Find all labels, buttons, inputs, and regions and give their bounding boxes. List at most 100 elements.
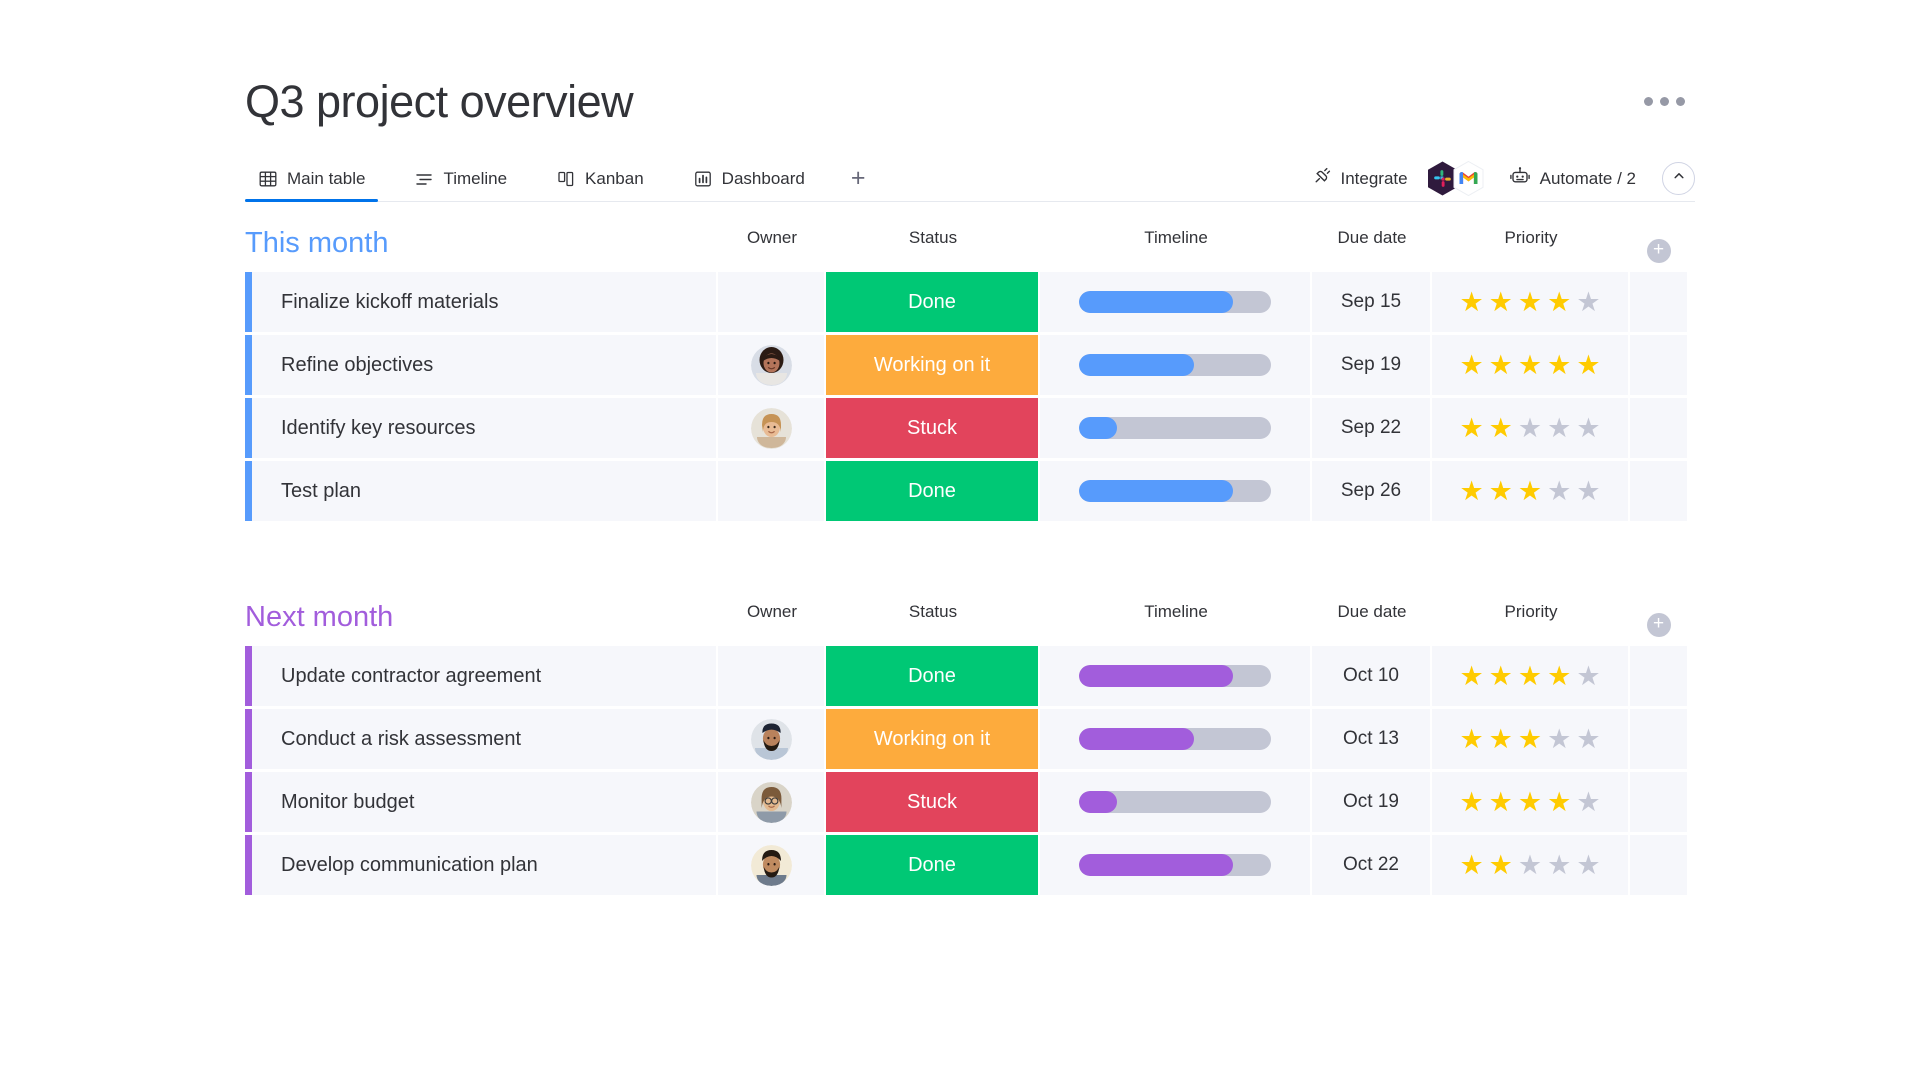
row-priority-cell[interactable]: ★ ★ ★ ★ ★ xyxy=(1432,272,1630,332)
tab-timeline[interactable]: Timeline xyxy=(401,155,520,202)
row-due-date-cell[interactable]: Oct 10 xyxy=(1312,646,1432,706)
row-due-date-cell[interactable]: Oct 22 xyxy=(1312,835,1432,895)
column-header-status[interactable]: Status xyxy=(826,603,1040,646)
collapse-toolbar-button[interactable] xyxy=(1662,162,1695,195)
row-priority-cell[interactable]: ★ ★ ★ ★ ★ xyxy=(1432,835,1630,895)
progress-bar xyxy=(1079,854,1271,876)
table-row[interactable]: Develop communication plan Done Oct 22 ★… xyxy=(245,835,1695,895)
group-header-row: Next month Owner Status Timeline Due dat… xyxy=(245,603,1695,646)
row-priority-cell[interactable]: ★ ★ ★ ★ ★ xyxy=(1432,335,1630,395)
row-due-date-cell[interactable]: Sep 15 xyxy=(1312,272,1432,332)
row-due-date-cell[interactable]: Sep 26 xyxy=(1312,461,1432,521)
row-name-cell[interactable]: Develop communication plan xyxy=(245,835,718,895)
board-group-this-month: This month Owner Status Timeline Due dat… xyxy=(245,229,1920,521)
tab-label: Timeline xyxy=(443,168,508,188)
column-header-timeline[interactable]: Timeline xyxy=(1040,229,1312,272)
group-title[interactable]: This month xyxy=(245,229,718,272)
row-owner-cell[interactable] xyxy=(718,709,826,769)
avatar xyxy=(750,781,792,823)
row-name-cell[interactable]: Monitor budget xyxy=(245,772,718,832)
row-end-cell xyxy=(1630,772,1687,832)
avatar xyxy=(750,407,792,449)
progress-bar xyxy=(1079,791,1271,813)
column-header-status[interactable]: Status xyxy=(826,229,1040,272)
row-name-cell[interactable]: Update contractor agreement xyxy=(245,646,718,706)
row-status-cell[interactable]: Done xyxy=(826,461,1040,521)
table-row[interactable]: Update contractor agreement Done Oct 10 … xyxy=(245,646,1695,706)
table-row[interactable]: Test plan Done Sep 26 ★ ★ ★ ★ ★ xyxy=(245,461,1695,521)
row-status-cell[interactable]: Done xyxy=(826,835,1040,895)
more-options-button[interactable] xyxy=(1644,75,1695,106)
row-status-cell[interactable]: Stuck xyxy=(826,772,1040,832)
column-header-due-date[interactable]: Due date xyxy=(1312,229,1432,272)
row-due-date-cell[interactable]: Oct 13 xyxy=(1312,709,1432,769)
row-name-cell[interactable]: Finalize kickoff materials xyxy=(245,272,718,332)
table-row[interactable]: Identify key resources Stuck Sep 22 ★ ★ … xyxy=(245,398,1695,458)
table-icon xyxy=(258,169,278,189)
row-end-cell xyxy=(1630,335,1687,395)
row-due-date-cell[interactable]: Oct 19 xyxy=(1312,772,1432,832)
row-status-cell[interactable]: Done xyxy=(826,646,1040,706)
table-row[interactable]: Finalize kickoff materials Done Sep 15 ★… xyxy=(245,272,1695,332)
row-timeline-cell[interactable] xyxy=(1040,398,1312,458)
add-column-button[interactable]: + xyxy=(1646,612,1671,637)
row-end-cell xyxy=(1630,272,1687,332)
row-owner-cell[interactable] xyxy=(718,335,826,395)
automate-button[interactable]: Automate / 2 xyxy=(1499,165,1646,192)
row-timeline-cell[interactable] xyxy=(1040,772,1312,832)
row-status-cell[interactable]: Working on it xyxy=(826,709,1040,769)
row-owner-cell[interactable] xyxy=(718,646,826,706)
row-priority-cell[interactable]: ★ ★ ★ ★ ★ xyxy=(1432,646,1630,706)
board-group-next-month: Next month Owner Status Timeline Due dat… xyxy=(245,603,1920,895)
avatar xyxy=(750,844,792,886)
row-priority-cell[interactable]: ★ ★ ★ ★ ★ xyxy=(1432,772,1630,832)
tab-dashboard[interactable]: Dashboard xyxy=(680,155,818,202)
column-header-owner[interactable]: Owner xyxy=(718,603,826,646)
group-title[interactable]: Next month xyxy=(245,603,718,646)
row-owner-cell[interactable] xyxy=(718,272,826,332)
column-header-timeline[interactable]: Timeline xyxy=(1040,603,1312,646)
tab-label: Kanban xyxy=(585,168,644,188)
board-header: Q3 project overview xyxy=(245,75,1695,124)
row-status-cell[interactable]: Working on it xyxy=(826,335,1040,395)
row-timeline-cell[interactable] xyxy=(1040,646,1312,706)
integrate-label: Integrate xyxy=(1340,168,1408,188)
integrate-button[interactable]: Integrate xyxy=(1301,166,1418,192)
column-header-owner[interactable]: Owner xyxy=(718,229,826,272)
row-timeline-cell[interactable] xyxy=(1040,461,1312,521)
column-header-priority[interactable]: Priority xyxy=(1432,603,1630,646)
column-header-priority[interactable]: Priority xyxy=(1432,229,1630,272)
row-timeline-cell[interactable] xyxy=(1040,335,1312,395)
gmail-icon xyxy=(1452,160,1485,197)
row-name-cell[interactable]: Refine objectives xyxy=(245,335,718,395)
row-name-cell[interactable]: Identify key resources xyxy=(245,398,718,458)
add-column-button[interactable]: + xyxy=(1646,238,1671,263)
integration-apps[interactable] xyxy=(1426,160,1485,197)
tab-main-table[interactable]: Main table xyxy=(245,155,379,202)
row-timeline-cell[interactable] xyxy=(1040,272,1312,332)
row-name-cell[interactable]: Test plan xyxy=(245,461,718,521)
row-name-cell[interactable]: Conduct a risk assessment xyxy=(245,709,718,769)
table-row[interactable]: Monitor budget Stuck Oct 19 ★ ★ ★ ★ ★ xyxy=(245,772,1695,832)
row-timeline-cell[interactable] xyxy=(1040,835,1312,895)
progress-bar xyxy=(1079,417,1271,439)
row-priority-cell[interactable]: ★ ★ ★ ★ ★ xyxy=(1432,709,1630,769)
add-view-button[interactable]: + xyxy=(841,155,876,202)
table-row[interactable]: Refine objectives Working on it Sep 19 ★… xyxy=(245,335,1695,395)
column-header-due-date[interactable]: Due date xyxy=(1312,603,1432,646)
row-owner-cell[interactable] xyxy=(718,461,826,521)
row-due-date-cell[interactable]: Sep 19 xyxy=(1312,335,1432,395)
row-owner-cell[interactable] xyxy=(718,835,826,895)
row-priority-cell[interactable]: ★ ★ ★ ★ ★ xyxy=(1432,398,1630,458)
row-timeline-cell[interactable] xyxy=(1040,709,1312,769)
table-row[interactable]: Conduct a risk assessment Working on it … xyxy=(245,709,1695,769)
row-owner-cell[interactable] xyxy=(718,398,826,458)
automate-label: Automate / 2 xyxy=(1539,168,1636,188)
row-due-date-cell[interactable]: Sep 22 xyxy=(1312,398,1432,458)
tab-kanban[interactable]: Kanban xyxy=(543,155,657,202)
row-status-cell[interactable]: Done xyxy=(826,272,1040,332)
row-owner-cell[interactable] xyxy=(718,772,826,832)
row-status-cell[interactable]: Stuck xyxy=(826,398,1040,458)
row-priority-cell[interactable]: ★ ★ ★ ★ ★ xyxy=(1432,461,1630,521)
progress-bar xyxy=(1079,354,1271,376)
